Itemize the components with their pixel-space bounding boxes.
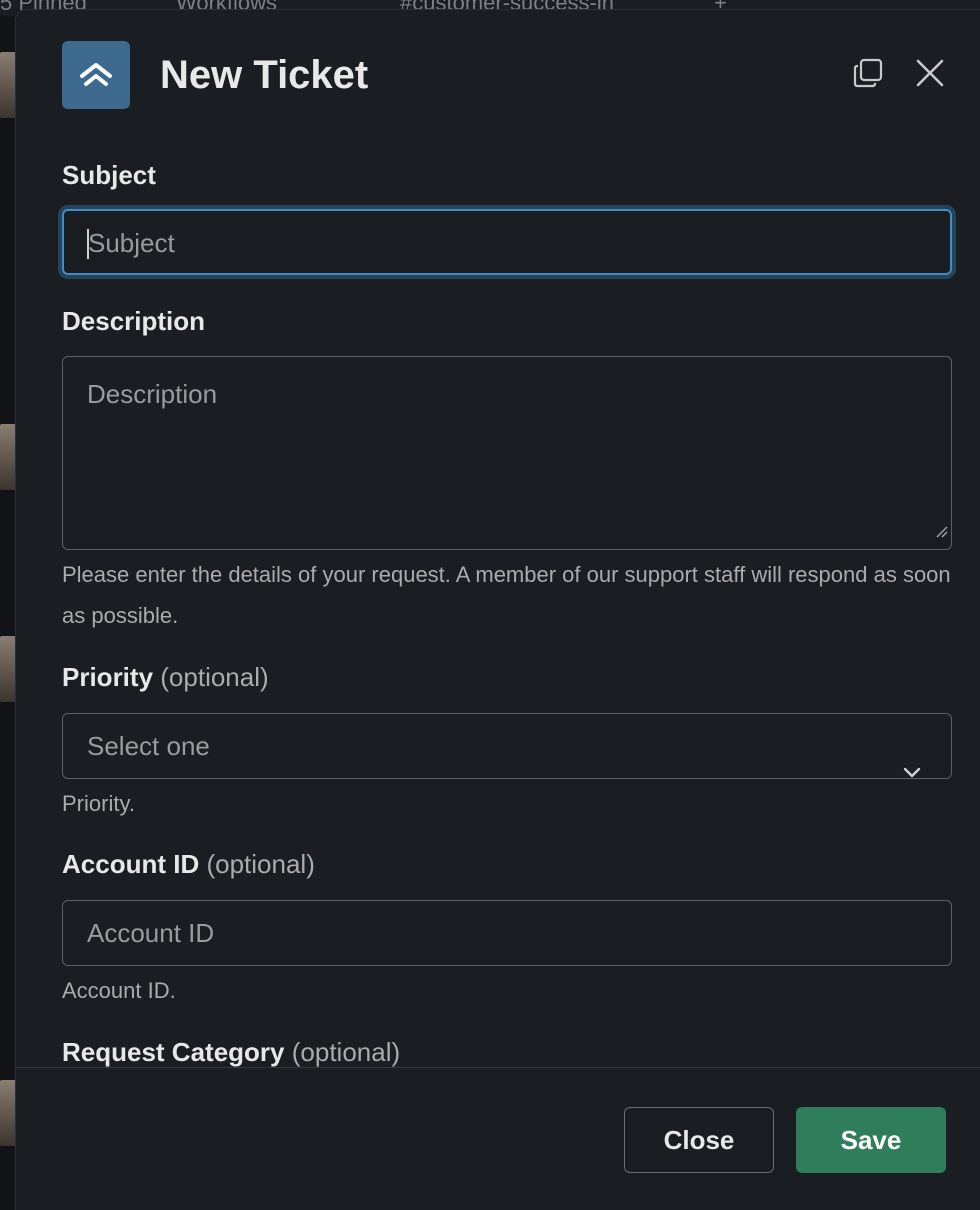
description-hint: Please enter the details of your request… [62,562,951,628]
expand-icon[interactable] [848,53,888,93]
close-icon[interactable] [910,53,950,93]
text-cursor [87,229,89,259]
modal-title: New Ticket [160,53,369,97]
subject-label: Subject [62,160,156,190]
priority-selected-value: Select one [87,731,210,761]
app-logo-icon [62,41,130,109]
modal-header: New Ticket [62,41,944,109]
priority-select[interactable]: Select one [62,713,952,779]
description-label: Description [62,306,206,336]
description-placeholder: Description [87,379,218,409]
avatar [0,52,16,118]
priority-hint: Priority. [62,791,135,816]
account-id-hint: Account ID. [62,978,176,1003]
avatar [0,1080,16,1146]
account-id-input[interactable]: Account ID [62,900,952,966]
priority-label: Priority (optional) [62,662,269,692]
new-ticket-modal: New Ticket Subject Subject Description D… [16,10,980,1210]
save-button[interactable]: Save [796,1107,946,1173]
close-button[interactable]: Close [624,1107,774,1173]
description-textarea[interactable]: Description [62,356,952,550]
modal-footer: Close Save [16,1067,980,1201]
account-id-label: Account ID (optional) [62,849,315,879]
request-category-label: Request Category (optional) [62,1037,401,1067]
avatar [0,636,16,702]
resize-handle-icon[interactable] [934,512,948,546]
avatar [0,424,16,490]
subject-input[interactable]: Subject [62,209,952,275]
subject-placeholder: Subject [88,228,175,258]
account-id-placeholder: Account ID [87,918,215,948]
